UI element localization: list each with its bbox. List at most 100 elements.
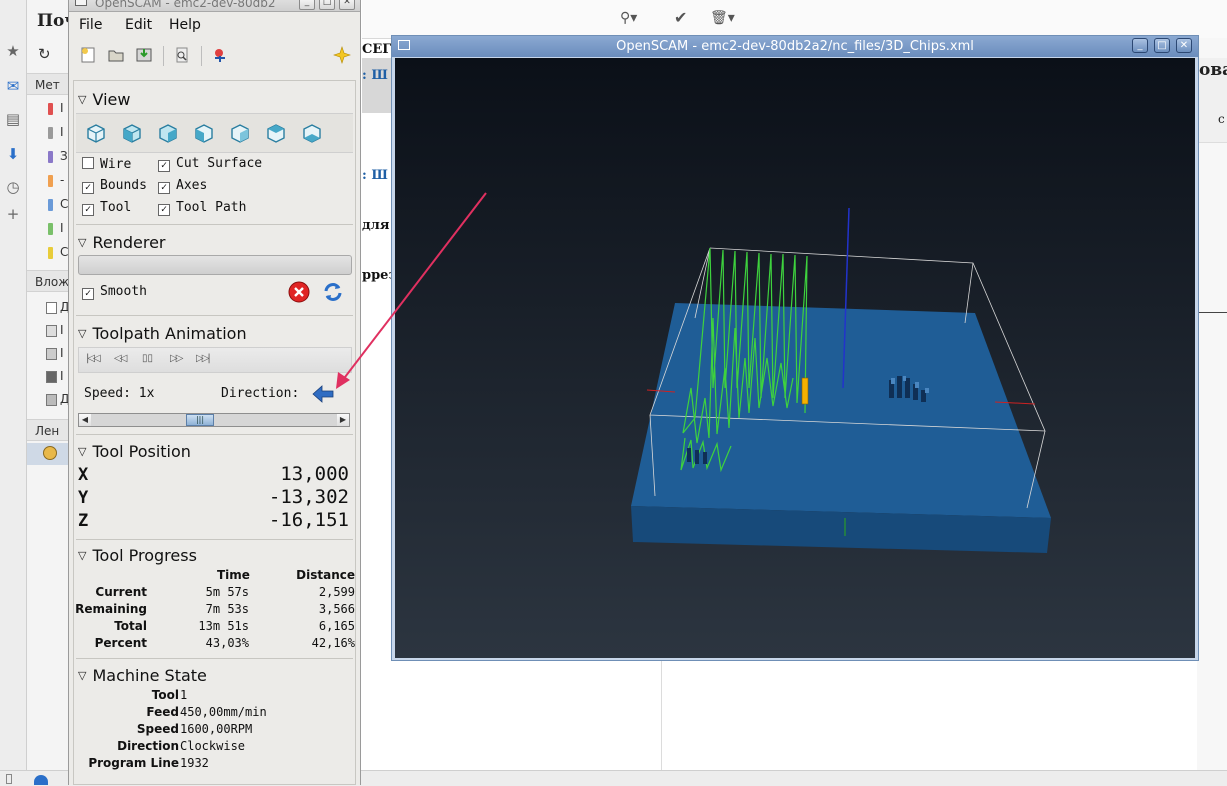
attach-letter: I (60, 323, 64, 337)
scroll-right-arrow[interactable]: ▶ (337, 414, 349, 426)
menu-file[interactable]: File (79, 17, 102, 33)
view-back-icon[interactable] (156, 121, 180, 145)
scroll-left-arrow[interactable]: ◀ (79, 414, 91, 426)
star-icon[interactable]: ★ (4, 42, 22, 60)
view-iso-icon[interactable] (84, 121, 108, 145)
position-section-heading[interactable]: ▽ Tool Position (78, 442, 191, 461)
tool-option[interactable]: ✓ Tool (82, 200, 132, 216)
renderer-section-heading[interactable]: ▽ Renderer (78, 233, 166, 252)
viewer-minimize-button[interactable]: _ (1132, 38, 1148, 53)
axes-checkbox[interactable]: ✓ (158, 182, 170, 194)
tag-blue[interactable] (48, 199, 53, 211)
axes-option[interactable]: ✓ Axes (158, 178, 207, 194)
scroll-thumb[interactable]: ||| (186, 414, 214, 426)
stop-render-icon[interactable] (288, 281, 310, 303)
pause-icon[interactable]: ▯▯ (142, 353, 153, 364)
minimize-button[interactable]: _ (299, 0, 315, 10)
trash-icon[interactable]: 🗑▾ (710, 10, 735, 26)
reload-render-icon[interactable] (322, 281, 344, 303)
plus-icon[interactable]: + (4, 205, 22, 223)
wire-option[interactable]: Wire (82, 156, 131, 172)
3d-scene[interactable] (395, 58, 1195, 658)
close-button[interactable]: ✕ (339, 0, 355, 10)
smooth-option[interactable]: ✓ Smooth (82, 284, 147, 300)
folder-letter: I (60, 221, 64, 235)
document-icon[interactable] (46, 302, 57, 314)
view-left-icon[interactable] (192, 121, 216, 145)
animation-section-heading[interactable]: ▽ Toolpath Animation (78, 324, 247, 343)
view-front-icon[interactable] (120, 121, 144, 145)
archive-icon[interactable] (46, 394, 57, 406)
speed-label[interactable]: Speed: 1x (84, 386, 154, 401)
save-icon[interactable] (135, 46, 153, 64)
zoom-icon[interactable] (173, 46, 191, 64)
check-icon[interactable]: ✔ (674, 8, 687, 27)
image-icon[interactable] (46, 325, 57, 337)
note-icon[interactable]: ▤ (4, 110, 22, 128)
tool-path-label: Tool Path (176, 200, 247, 215)
tag-green[interactable] (48, 223, 53, 235)
view-right-icon[interactable] (228, 121, 252, 145)
skip-to-start-icon[interactable]: |◁◁ (86, 353, 101, 364)
clock-icon[interactable]: ◷ (4, 178, 22, 196)
audio-icon[interactable] (46, 348, 57, 360)
bounds-option[interactable]: ✓ Bounds (82, 178, 147, 194)
viewer-titlebar[interactable]: OpenSCAM - emc2-dev-80db2a2/nc_files/3D_… (392, 36, 1198, 57)
tool-label: Tool (100, 200, 132, 215)
view-top-icon[interactable] (264, 121, 288, 145)
tag-orange[interactable] (48, 175, 53, 187)
machine-state-value: 450,00mm/min (180, 705, 267, 719)
time-column-header: Time (217, 568, 250, 582)
folder-letter: - (60, 173, 65, 187)
refresh-icon[interactable]: ↻ (38, 45, 51, 63)
filter-icon[interactable]: ⚲▾ (620, 10, 637, 26)
progress-row-time: 43,03% (205, 636, 249, 650)
video-icon[interactable] (46, 371, 57, 383)
viewer-maximize-button[interactable]: □ (1154, 38, 1170, 53)
open-folder-icon[interactable] (107, 46, 125, 64)
tag-red[interactable] (48, 103, 53, 115)
view-section-heading[interactable]: ▽ View (78, 90, 130, 109)
step-back-icon[interactable]: ◁◁ (114, 353, 127, 364)
skip-to-end-icon[interactable]: ▷▷| (196, 353, 211, 364)
tag-purple[interactable] (48, 151, 53, 163)
viewer-window: OpenSCAM - emc2-dev-80db2a2/nc_files/3D_… (391, 35, 1199, 661)
animation-position-scrollbar[interactable]: ◀ ||| ▶ (78, 413, 350, 427)
maximize-button[interactable]: □ (319, 0, 335, 10)
menu-help[interactable]: Help (169, 17, 201, 33)
tag-gray[interactable] (48, 127, 53, 139)
bounds-checkbox[interactable]: ✓ (82, 182, 94, 194)
mail-icon[interactable]: ✉ (4, 77, 22, 95)
cut-surface-checkbox[interactable]: ✓ (158, 160, 170, 172)
controls-titlebar[interactable]: OpenSCAM - emc2-dev-80db2 _ □ ✕ (69, 0, 360, 12)
y-axis-label: Y (78, 488, 89, 508)
feed-row-selected[interactable] (27, 443, 69, 465)
progress-section-heading[interactable]: ▽ Tool Progress (78, 546, 197, 565)
progress-row-time: 5m 57s (205, 585, 249, 599)
status-cloud-icon[interactable] (34, 775, 48, 785)
machine-state-value: 1932 (180, 756, 209, 770)
new-file-icon[interactable] (79, 46, 97, 64)
3d-viewport[interactable] (395, 58, 1195, 658)
simulate-icon[interactable] (211, 46, 229, 64)
direction-arrow-icon[interactable] (312, 385, 334, 403)
machine-state-section-heading[interactable]: ▽ Machine State (78, 666, 207, 685)
step-forward-icon[interactable]: ▷▷ (170, 353, 183, 364)
bg-link-fragment-1[interactable]: : Ш (362, 68, 388, 83)
menu-edit[interactable]: Edit (125, 17, 152, 33)
cut-surface-option[interactable]: ✓ Cut Surface (158, 156, 262, 172)
tool-checkbox[interactable]: ✓ (82, 204, 94, 216)
tag-yellow[interactable] (48, 247, 53, 259)
view-bottom-icon[interactable] (300, 121, 324, 145)
window-menu-icon[interactable] (75, 0, 87, 6)
sparkle-icon[interactable] (333, 46, 351, 64)
viewer-close-button[interactable]: ✕ (1176, 38, 1192, 53)
folder-pane: Мет I I З - С I С Влож Д I I I Д Лен (27, 0, 70, 785)
wire-checkbox[interactable] (82, 157, 94, 169)
smooth-checkbox[interactable]: ✓ (82, 288, 94, 300)
tool-path-checkbox[interactable]: ✓ (158, 204, 170, 216)
download-icon[interactable]: ⬇ (4, 145, 22, 163)
bg-link-fragment-2[interactable]: : Ш (362, 168, 388, 183)
progress-row-label: Total (114, 619, 147, 633)
tool-path-option[interactable]: ✓ Tool Path (158, 200, 247, 216)
